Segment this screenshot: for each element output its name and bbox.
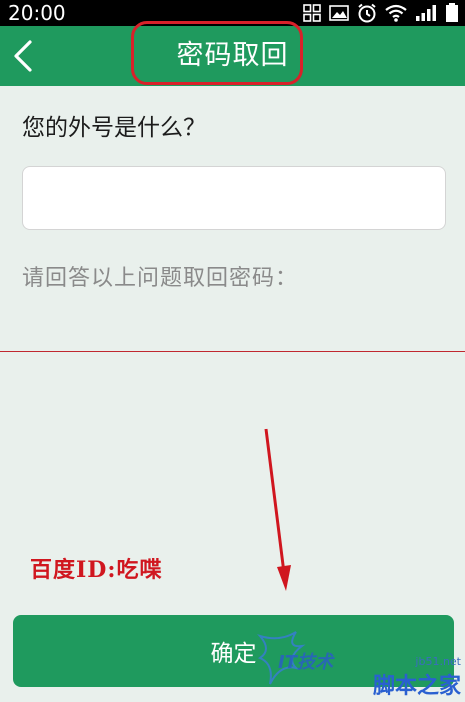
battery-icon bbox=[446, 3, 458, 22]
watermark-brand: IT技术 bbox=[278, 652, 333, 673]
image-icon bbox=[329, 5, 349, 21]
watermark: jb51.net 脚本之家 bbox=[373, 655, 461, 700]
alarm-icon bbox=[358, 3, 376, 23]
watermark-url: jb51.net bbox=[415, 655, 461, 668]
baidu-id-annotation: 百度ID:吃喋 bbox=[30, 557, 163, 583]
status-icons bbox=[303, 3, 459, 23]
answer-input[interactable] bbox=[22, 166, 446, 230]
security-question: 您的外号是什么？ bbox=[22, 115, 206, 141]
divider-line bbox=[0, 351, 465, 352]
signal-icon bbox=[416, 5, 436, 21]
title-bar: 密码取回 bbox=[0, 21, 465, 86]
watermark-site-name: 脚本之家 bbox=[372, 674, 461, 699]
page-title: 密码取回 bbox=[176, 40, 289, 71]
grid-icon bbox=[303, 4, 321, 22]
annotation-arrow bbox=[264, 428, 291, 591]
hint-text: 请回答以上问题取回密码： bbox=[22, 266, 299, 291]
wifi-icon bbox=[385, 4, 407, 22]
status-time: 20:00 bbox=[8, 1, 66, 25]
